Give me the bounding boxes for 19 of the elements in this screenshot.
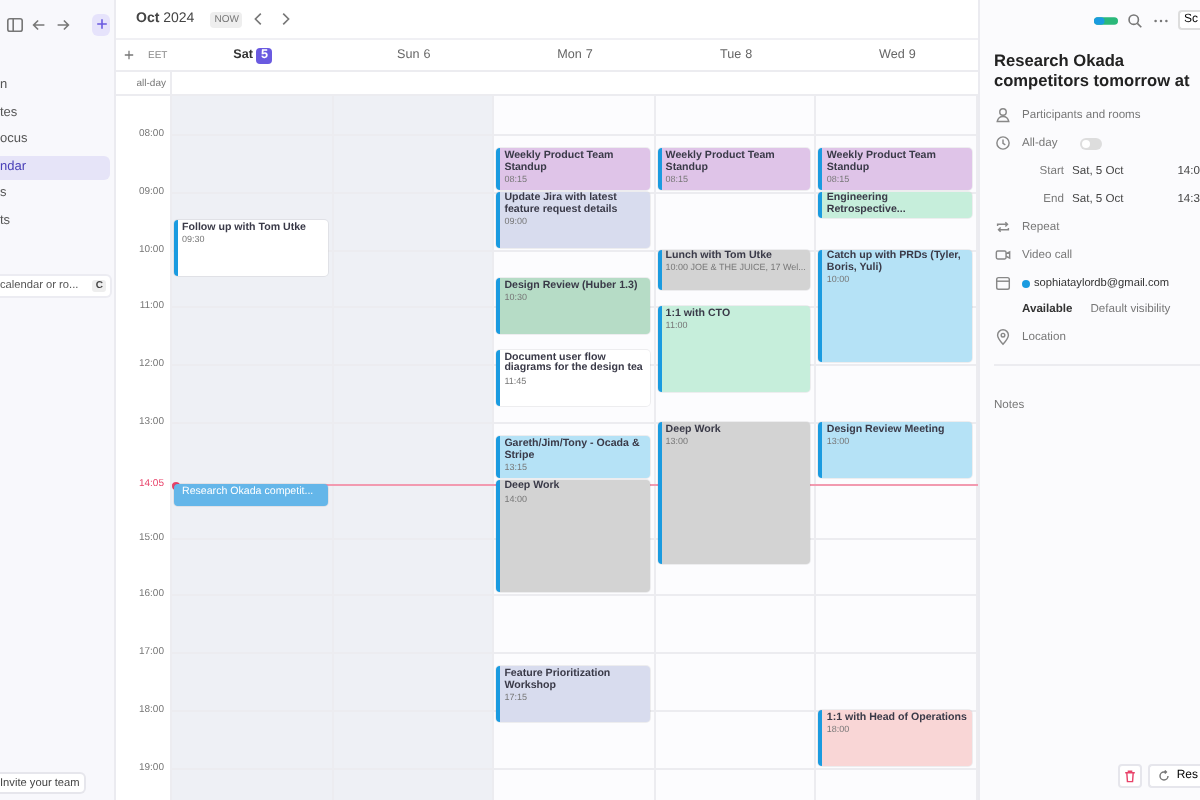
person-icon [994, 106, 1012, 125]
calendar-icon [994, 274, 1012, 293]
clock-icon [994, 134, 1012, 153]
status-icon[interactable] [1093, 15, 1118, 25]
add-button[interactable] [92, 13, 110, 35]
event-title-heading: Research Okada competitors tomorrow at [994, 52, 1192, 92]
all-day-toggle[interactable] [1079, 137, 1102, 150]
video-icon [994, 246, 1012, 265]
delete-button[interactable] [1118, 764, 1143, 788]
repeat-icon [994, 218, 1012, 237]
search-icon[interactable] [1125, 11, 1144, 29]
location-icon [994, 328, 1012, 347]
refresh-icon [1156, 768, 1173, 784]
sidebar-toggle-icon[interactable] [6, 15, 24, 33]
plus-icon [93, 16, 109, 32]
trash-icon [1122, 768, 1139, 784]
forward-arrow-icon[interactable] [54, 15, 72, 33]
back-arrow-icon[interactable] [30, 15, 48, 33]
add-icon[interactable] [122, 48, 136, 62]
